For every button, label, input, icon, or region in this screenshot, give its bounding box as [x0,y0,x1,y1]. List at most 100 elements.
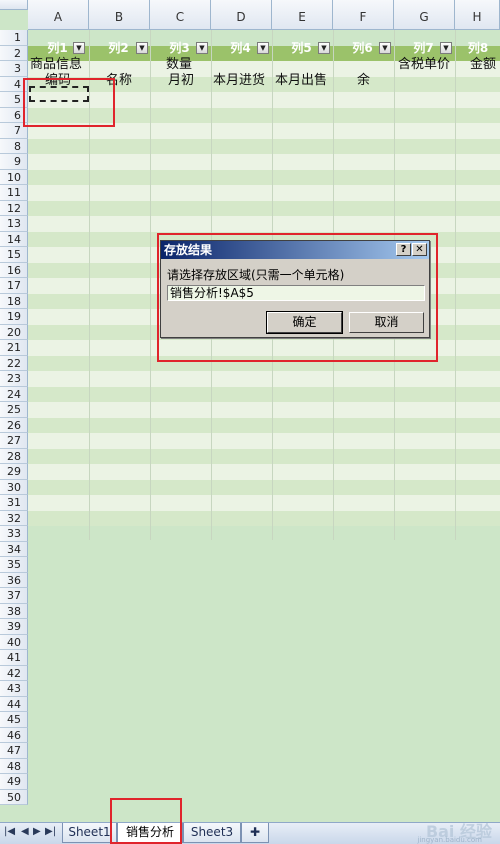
insert-sheet-icon[interactable]: ✚ [241,823,269,843]
row-header-17[interactable]: 17 [0,278,28,294]
column-header-c[interactable]: C [150,0,211,30]
grid-row[interactable] [28,727,500,743]
row-header-39[interactable]: 39 [0,619,28,635]
grid-row[interactable] [28,154,500,170]
row-header-25[interactable]: 25 [0,402,28,418]
grid-row[interactable] [28,541,500,557]
row-header-46[interactable]: 46 [0,727,28,743]
grid-row[interactable] [28,464,500,480]
grid-row[interactable] [28,774,500,790]
cell-a3[interactable]: 商品信息 [30,57,82,72]
row-header-26[interactable]: 26 [0,417,28,433]
column-header-h[interactable]: H [455,0,500,30]
row-header-35[interactable]: 35 [0,557,28,573]
row-header-44[interactable]: 44 [0,696,28,712]
grid-row[interactable] [28,572,500,588]
row-header-36[interactable]: 36 [0,572,28,588]
grid-row[interactable] [28,758,500,774]
grid-row[interactable] [28,557,500,573]
row-header-50[interactable]: 50 [0,789,28,805]
grid-row[interactable] [28,665,500,681]
column-header-d[interactable]: D [211,0,272,30]
select-all-corner[interactable] [0,0,28,10]
grid-row[interactable] [28,634,500,650]
spreadsheet-grid[interactable]: A B C D E F G H 1 2 3 4 5 6 7 8 9 10 11 12 13 14 15 16 1… [0,0,500,822]
filter-dropdown-icon[interactable]: ▼ [440,42,452,54]
filter-dropdown-icon[interactable]: ▼ [379,42,391,54]
cell-h3[interactable]: 金额 [470,57,496,72]
row-header-15[interactable]: 15 [0,247,28,263]
column-header-e[interactable]: E [272,0,333,30]
row-header-23[interactable]: 23 [0,371,28,387]
row-header-8[interactable]: 8 [0,138,28,154]
grid-row[interactable] [28,619,500,635]
filter-dropdown-icon[interactable]: ▼ [318,42,330,54]
grid-row[interactable] [28,696,500,712]
row-header-30[interactable]: 30 [0,479,28,495]
grid-row[interactable] [28,650,500,666]
cell-c3[interactable]: 数量 [166,57,192,72]
cell-g3[interactable]: 含税单价 [398,57,450,72]
filter-dropdown-icon[interactable]: ▼ [257,42,269,54]
row-header-18[interactable]: 18 [0,293,28,309]
grid-row[interactable] [28,169,500,185]
row-header-40[interactable]: 40 [0,634,28,650]
row-header-14[interactable]: 14 [0,231,28,247]
grid-row[interactable] [28,402,500,418]
row-header-10[interactable]: 10 [0,169,28,185]
grid-row[interactable] [28,743,500,759]
cell-f4[interactable]: 余 [357,73,370,88]
row-header-11[interactable]: 11 [0,185,28,201]
grid-row[interactable] [28,603,500,619]
cell-d4[interactable]: 本月进货 [213,73,265,88]
filter-dropdown-icon[interactable]: ▼ [136,42,148,54]
row-header-43[interactable]: 43 [0,681,28,697]
grid-row[interactable] [28,448,500,464]
row-header-37[interactable]: 37 [0,588,28,604]
row-header-28[interactable]: 28 [0,448,28,464]
row-header-38[interactable]: 38 [0,603,28,619]
row-header-45[interactable]: 45 [0,712,28,728]
row-header-32[interactable]: 32 [0,510,28,526]
grid-row[interactable] [28,510,500,526]
cell-e4[interactable]: 本月出售 [275,73,327,88]
row-header-41[interactable]: 41 [0,650,28,666]
grid-row[interactable] [28,386,500,402]
row-header-22[interactable]: 22 [0,355,28,371]
grid-row[interactable] [28,138,500,154]
row-header-21[interactable]: 21 [0,340,28,356]
row-header-9[interactable]: 9 [0,154,28,170]
row-header-24[interactable]: 24 [0,386,28,402]
first-sheet-icon[interactable]: |◀ [4,826,15,837]
next-sheet-icon[interactable]: ▶ [33,826,41,837]
row-header-13[interactable]: 13 [0,216,28,232]
grid-row[interactable] [28,495,500,511]
tab-sheet1[interactable]: Sheet1 [62,823,117,843]
cell-c4[interactable]: 月初 [168,73,194,88]
grid-row[interactable] [28,712,500,728]
row-header-20[interactable]: 20 [0,324,28,340]
grid-row[interactable] [28,216,500,232]
row-header-47[interactable]: 47 [0,743,28,759]
row-header-12[interactable]: 12 [0,200,28,216]
tab-sheet3[interactable]: Sheet3 [183,823,241,843]
filter-dropdown-icon[interactable]: ▼ [73,42,85,54]
row-header-27[interactable]: 27 [0,433,28,449]
filter-dropdown-icon[interactable]: ▼ [196,42,208,54]
row-header-29[interactable]: 29 [0,464,28,480]
row-header-2[interactable]: 2 [0,45,28,61]
last-sheet-icon[interactable]: ▶| [45,826,56,837]
row-header-16[interactable]: 16 [0,262,28,278]
grid-row[interactable] [28,200,500,216]
column-header-b[interactable]: B [89,0,150,30]
row-header-49[interactable]: 49 [0,774,28,790]
grid-row[interactable] [28,417,500,433]
row-header-33[interactable]: 33 [0,526,28,542]
column-header-f[interactable]: F [333,0,394,30]
row-header-19[interactable]: 19 [0,309,28,325]
column-header-a[interactable]: A [28,0,89,30]
row-header-1[interactable]: 1 [0,30,28,46]
grid-row[interactable] [28,371,500,387]
grid-row[interactable] [28,588,500,604]
grid-row[interactable] [28,185,500,201]
